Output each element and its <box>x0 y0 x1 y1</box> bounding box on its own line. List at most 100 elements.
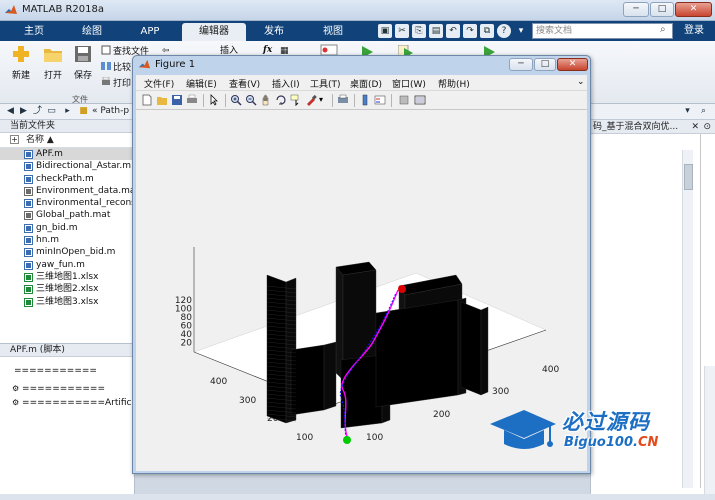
menu-desktop[interactable]: 桌面(D) <box>350 77 382 90</box>
print-label: 打印 <box>113 79 132 89</box>
path-icon[interactable]: ▸ <box>62 106 73 117</box>
x-tick-label: 200 <box>433 410 450 420</box>
compare-button[interactable]: 比较 <box>101 61 131 73</box>
menu-insert[interactable]: 插入(I) <box>272 77 300 90</box>
menu-tools[interactable]: 工具(T) <box>310 77 341 90</box>
print-preview-icon[interactable] <box>337 94 349 106</box>
open-label: 打开 <box>43 71 62 81</box>
up-folder-icon[interactable]: ⤴ <box>32 106 43 117</box>
name-column-label: 名称 ▲ <box>26 135 54 145</box>
pointer-icon[interactable] <box>208 94 220 106</box>
print-button[interactable]: 打印 <box>101 77 131 89</box>
file-list-item[interactable]: checkPath.m <box>0 173 134 185</box>
file-list-item[interactable]: 三维地图2.xlsx <box>0 283 134 295</box>
menu-help[interactable]: 帮助(H) <box>438 77 470 90</box>
current-path[interactable]: « Path-p <box>92 106 129 116</box>
zoom-in-icon[interactable] <box>230 94 242 106</box>
path-dropdown-icon[interactable]: ▾ <box>682 106 693 117</box>
pan-hand-icon[interactable] <box>260 94 272 106</box>
m-file-icon <box>24 150 33 159</box>
new-button[interactable]: 新建 <box>6 45 36 81</box>
rotate-3d-icon[interactable] <box>275 94 287 106</box>
details-scrollbar[interactable] <box>704 366 715 494</box>
file-list-item[interactable]: Global_path.mat <box>0 209 134 221</box>
open-file-icon[interactable] <box>156 94 168 106</box>
save-button[interactable]: 保存 <box>68 45 98 81</box>
browse-folder-icon[interactable]: ▭ <box>46 106 57 117</box>
file-name: Environmental_recons <box>36 198 136 209</box>
file-list-item[interactable]: hn.m <box>0 234 134 246</box>
watermark-en-prefix: Biguo100. <box>564 435 638 450</box>
file-list-item[interactable]: APF.m <box>0 148 134 161</box>
toolbar-separator <box>391 94 392 107</box>
expand-icon[interactable]: + <box>10 135 19 144</box>
menubar-arrow-icon[interactable]: ⌄ <box>577 77 585 87</box>
menu-file[interactable]: 文件(F) <box>144 77 174 90</box>
name-column-header[interactable]: + 名称 ▲ <box>0 133 134 148</box>
restore-button[interactable]: □ <box>650 2 674 17</box>
file-list-item[interactable]: 三维地图1.xlsx <box>0 271 134 283</box>
cut-icon[interactable]: ✂ <box>395 24 409 38</box>
details-panel: APF.m (脚本) =========== ⚙ =========== ⚙ =… <box>0 343 140 494</box>
menu-edit[interactable]: 编辑(E) <box>186 77 217 90</box>
back-icon[interactable]: ◀ <box>5 106 16 117</box>
scroll-thumb[interactable] <box>684 164 693 190</box>
paste-icon[interactable]: ▤ <box>429 24 443 38</box>
tab-view[interactable]: 视图 <box>305 23 361 41</box>
undo-icon[interactable]: ↶ <box>446 24 460 38</box>
help-icon[interactable]: ? <box>497 24 511 38</box>
redo-icon[interactable]: ↷ <box>463 24 477 38</box>
data-cursor-icon[interactable] <box>290 94 302 106</box>
file-list-item[interactable]: Environmental_recons <box>0 197 136 209</box>
help-dropdown-icon[interactable]: ▾ <box>514 24 528 38</box>
new-figure-icon[interactable] <box>141 94 153 106</box>
search-docs-input[interactable]: 搜索文档 <box>532 23 673 39</box>
file-list-item[interactable]: Bidirectional_Astar.m <box>0 160 134 172</box>
tab-menu-icon[interactable]: ⊙ <box>703 120 711 134</box>
tab-home[interactable]: 主页 <box>8 23 60 41</box>
close-tab-icon[interactable]: ✕ <box>691 120 699 134</box>
editor-tab[interactable]: 码_基于混合双向优... ✕ ⊙ <box>591 120 715 134</box>
obstacle-block <box>375 299 459 408</box>
path-search-icon[interactable]: ⌕ <box>698 106 709 117</box>
file-list-item[interactable]: gn_bid.m <box>0 222 134 234</box>
open-folder-icon <box>44 49 62 62</box>
file-name: 三维地图3.xlsx <box>36 296 99 307</box>
file-name: minInOpen_bid.m <box>36 247 116 258</box>
menu-window[interactable]: 窗口(W) <box>392 77 426 90</box>
file-list-item[interactable]: yaw_fun.m <box>0 259 134 271</box>
save-figure-icon[interactable] <box>171 94 183 106</box>
x-tick-label: 400 <box>542 365 559 375</box>
tab-publish[interactable]: 发布 <box>250 23 298 41</box>
figure-close-button[interactable]: ✕ <box>557 58 588 71</box>
new-plus-icon <box>13 46 29 62</box>
file-list-item[interactable]: Environment_data.mat <box>0 185 139 197</box>
close-button[interactable]: ✕ <box>675 2 712 17</box>
zoom-out-icon[interactable] <box>245 94 257 106</box>
open-button[interactable]: 打开 <box>38 45 68 81</box>
show-plot-tools-icon[interactable] <box>414 94 426 106</box>
file-list-item[interactable]: 三维地图3.xlsx <box>0 296 134 308</box>
figure-maximize-button[interactable]: □ <box>534 58 556 71</box>
file-list-item[interactable]: minInOpen_bid.m <box>0 246 134 258</box>
copy-icon[interactable]: ⎘ <box>412 24 426 38</box>
obstacle-block <box>460 301 482 396</box>
search-icon[interactable]: ⌕ <box>660 24 666 35</box>
save-quick-icon[interactable]: ▣ <box>378 24 392 38</box>
tab-editor[interactable]: 编辑器 <box>182 23 246 41</box>
print-figure-icon[interactable] <box>186 94 198 106</box>
figure-minimize-button[interactable]: ─ <box>509 58 533 71</box>
tab-plots[interactable]: 绘图 <box>64 23 120 41</box>
colorbar-icon[interactable] <box>359 94 371 106</box>
login-button[interactable]: 登录 <box>677 23 711 39</box>
x-tick-label: 100 <box>366 433 383 443</box>
brush-dropdown-icon[interactable]: ▾ <box>319 94 331 106</box>
legend-icon[interactable] <box>374 94 386 106</box>
hide-plot-tools-icon[interactable] <box>398 94 410 106</box>
minimize-button[interactable]: ─ <box>623 2 649 17</box>
menu-view[interactable]: 查看(V) <box>229 77 260 90</box>
forward-icon[interactable]: ▶ <box>18 106 29 117</box>
switch-windows-icon[interactable]: ⧉ <box>480 24 494 38</box>
brush-icon[interactable] <box>305 94 317 106</box>
tab-apps[interactable]: APP <box>122 23 178 41</box>
